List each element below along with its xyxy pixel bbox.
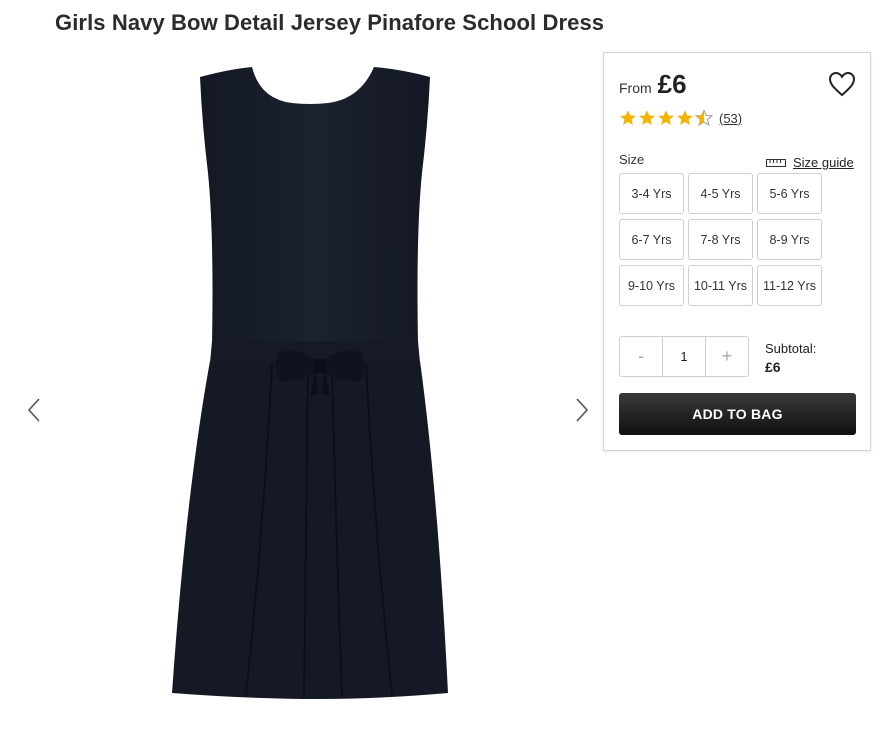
quantity-stepper: - 1 + — [619, 336, 749, 377]
product-image[interactable] — [160, 63, 480, 703]
size-option[interactable]: 8-9 Yrs — [757, 219, 822, 260]
subtotal-label: Subtotal: — [765, 341, 817, 356]
size-guide-label: Size guide — [793, 155, 854, 170]
size-option[interactable]: 4-5 Yrs — [688, 173, 753, 214]
quantity-value[interactable]: 1 — [662, 337, 706, 376]
quantity-increase-button[interactable]: + — [706, 337, 748, 376]
add-to-bag-button[interactable]: ADD TO BAG — [619, 393, 856, 435]
ruler-icon — [766, 158, 786, 167]
chevron-right-icon — [576, 398, 589, 422]
size-option[interactable]: 6-7 Yrs — [619, 219, 684, 260]
size-option[interactable]: 9-10 Yrs — [619, 265, 684, 306]
subtotal-value: £6 — [765, 359, 781, 375]
star-icon — [639, 110, 655, 126]
gallery-prev-button[interactable] — [24, 395, 44, 425]
price-row: From £6 — [619, 69, 687, 100]
size-option[interactable]: 5-6 Yrs — [757, 173, 822, 214]
size-guide-link[interactable]: Size guide — [766, 155, 854, 170]
price-value: £6 — [657, 69, 687, 99]
size-option[interactable]: 10-11 Yrs — [688, 265, 753, 306]
size-option[interactable]: 11-12 Yrs — [757, 265, 822, 306]
size-options: 3-4 Yrs 4-5 Yrs 5-6 Yrs 6-7 Yrs 7-8 Yrs … — [619, 173, 822, 306]
subtotal: Subtotal: £6 — [765, 340, 816, 376]
rating-row: (53) — [619, 109, 742, 127]
half-star-icon — [695, 109, 713, 127]
star-icon — [620, 110, 636, 126]
size-option[interactable]: 3-4 Yrs — [619, 173, 684, 214]
size-option[interactable]: 7-8 Yrs — [688, 219, 753, 260]
chevron-left-icon — [27, 398, 40, 422]
size-label: Size — [619, 152, 645, 167]
heart-icon — [828, 71, 856, 97]
price-from-label: From — [619, 80, 652, 96]
gallery-next-button[interactable] — [572, 395, 592, 425]
product-title: Girls Navy Bow Detail Jersey Pinafore Sc… — [55, 10, 605, 35]
star-icon — [658, 110, 674, 126]
review-count-link[interactable]: (53) — [719, 111, 742, 126]
product-gallery — [0, 55, 600, 742]
star-icon — [677, 110, 693, 126]
purchase-panel: From £6 (53) Size Size guide 3-4 Yrs 4-5… — [603, 52, 871, 451]
wishlist-button[interactable] — [828, 71, 856, 97]
quantity-decrease-button[interactable]: - — [620, 337, 662, 376]
